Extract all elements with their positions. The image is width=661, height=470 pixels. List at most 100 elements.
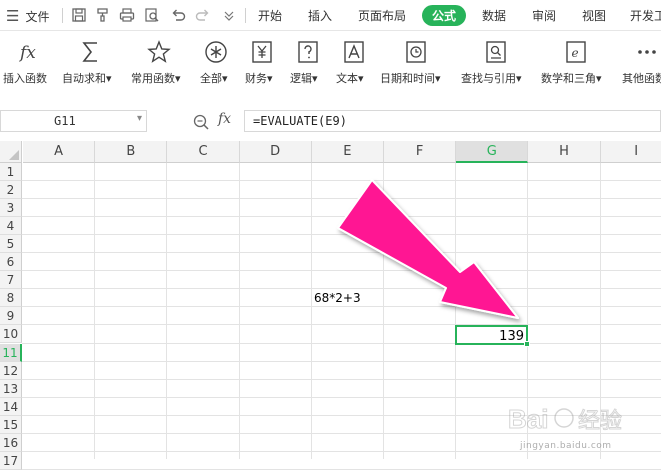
row-header-2[interactable]: 2 (0, 181, 22, 200)
print-preview-icon[interactable] (143, 6, 161, 24)
svg-text:经验: 经验 (578, 409, 622, 434)
formula-bar: G11 ▾ fx =EVALUATE(E9) (0, 107, 661, 137)
row-header-13[interactable]: 13 (0, 379, 22, 398)
logical-button[interactable]: 逻辑▾ (288, 37, 328, 89)
name-box[interactable]: G11 ▾ (0, 110, 147, 132)
autosum-button[interactable]: 自动求和▾ (60, 37, 122, 89)
row-gridline (22, 288, 661, 290)
row-header-10[interactable]: 10 (0, 325, 22, 344)
row-header-4[interactable]: 4 (0, 217, 22, 236)
row-gridline (22, 216, 661, 218)
zoom-icon[interactable] (192, 113, 210, 131)
cell-E9[interactable]: 68*2+3 (314, 291, 361, 305)
row-header-14[interactable]: 14 (0, 397, 22, 416)
menu-bar: ☰ 文件 开始 插入 页面布局 公式 数据 审阅 视图 开发工 (0, 0, 661, 31)
theta-icon: e (566, 41, 586, 63)
file-menu-label: 文件 (25, 9, 50, 24)
row-header-1[interactable]: 1 (0, 163, 22, 181)
math-trig-label: 数学和三角▾ (541, 72, 602, 85)
row-gridline (22, 180, 661, 182)
text-functions-button[interactable]: 文本▾ (334, 37, 374, 89)
tab-view[interactable]: 视图 (582, 7, 606, 24)
tab-formulas[interactable]: 公式 (422, 5, 467, 26)
column-header-C[interactable]: C (167, 141, 240, 163)
row-header-17[interactable]: 17 (0, 451, 22, 470)
column-header-B[interactable]: B (95, 141, 168, 163)
all-functions-button[interactable]: 全部▾ (196, 37, 236, 89)
svg-text:fx: fx (18, 43, 36, 63)
hamburger-icon: ☰ (6, 7, 20, 25)
save-icon[interactable] (70, 6, 88, 24)
more-functions-label: 其他函数 (622, 72, 661, 85)
autosum-label: 自动求和▾ (62, 72, 112, 85)
row-header-5[interactable]: 5 (0, 235, 22, 254)
formula-input[interactable]: =EVALUATE(E9) (244, 110, 661, 132)
financial-button[interactable]: 财务▾ (242, 37, 282, 89)
financial-label: 财务▾ (245, 72, 273, 85)
all-functions-label: 全部▾ (200, 72, 228, 85)
fx-icon: fx (18, 43, 36, 63)
tab-home[interactable]: 开始 (258, 7, 282, 24)
more-functions-button[interactable]: 其他函数 (620, 37, 661, 89)
baidu-jingyan-watermark-icon: Bai 经验 (508, 404, 623, 435)
fx-icon[interactable]: fx (218, 111, 231, 127)
logical-label: 逻辑▾ (290, 72, 318, 85)
math-trig-button[interactable]: e 数学和三角▾ (540, 37, 612, 89)
tab-page-layout[interactable]: 页面布局 (358, 7, 406, 24)
print-icon[interactable] (118, 6, 136, 24)
watermark-url: jingyan.baidu.com (520, 441, 612, 451)
row-gridline (22, 234, 661, 236)
chevron-down-icon[interactable]: ▾ (137, 113, 142, 124)
svg-text:Bai: Bai (508, 404, 548, 434)
column-header-I[interactable]: I (600, 141, 661, 163)
insert-function-button[interactable]: fx 插入函数 (0, 37, 56, 89)
question-icon (298, 41, 318, 63)
tab-developer[interactable]: 开发工 (630, 7, 661, 24)
tab-insert[interactable]: 插入 (308, 7, 332, 24)
file-menu[interactable]: ☰ 文件 (6, 6, 49, 26)
selected-cell-G11[interactable]: 139 (455, 325, 528, 345)
dropdown-icon[interactable] (220, 6, 238, 24)
svg-text:e: e (572, 46, 579, 60)
tab-data[interactable]: 数据 (482, 7, 506, 24)
row-header-12[interactable]: 12 (0, 361, 22, 380)
row-gridline (22, 342, 661, 344)
row-header-16[interactable]: 16 (0, 433, 22, 452)
row-gridline (22, 324, 661, 326)
lookup-reference-label: 查找与引用▾ (461, 72, 522, 85)
row-header-3[interactable]: 3 (0, 199, 22, 218)
row-gridline (22, 378, 661, 380)
text-functions-label: 文本▾ (336, 72, 364, 85)
column-header-E[interactable]: E (311, 141, 384, 163)
tab-review[interactable]: 审阅 (532, 7, 556, 24)
row-gridline (22, 306, 661, 308)
row-header-8[interactable]: 8 (0, 289, 22, 308)
column-header-G[interactable]: G (456, 141, 529, 163)
date-time-button[interactable]: 日期和时间▾ (380, 37, 452, 89)
column-header-F[interactable]: F (384, 141, 457, 163)
row-header-15[interactable]: 15 (0, 415, 22, 434)
name-box-value: G11 (54, 114, 76, 128)
common-functions-label: 常用函数▾ (131, 72, 181, 85)
more-icon (638, 50, 656, 54)
row-header-6[interactable]: 6 (0, 253, 22, 272)
column-header-D[interactable]: D (239, 141, 312, 163)
row-header-9[interactable]: 9 (0, 307, 22, 326)
row-gridline (22, 270, 661, 272)
select-all-corner[interactable] (0, 141, 22, 163)
lookup-icon (486, 41, 506, 63)
common-functions-button[interactable]: 常用函数▾ (128, 37, 190, 89)
formula-ribbon: fx 插入函数 自动求和▾ 常用函数▾ 全部▾ 财务▾ 逻辑▾ 文本▾ 日期和时… (0, 31, 661, 93)
redo-icon[interactable] (194, 6, 212, 24)
row-gridline (22, 198, 661, 200)
row-header-7[interactable]: 7 (0, 271, 22, 290)
sigma-icon (82, 42, 97, 62)
lookup-reference-button[interactable]: 查找与引用▾ (460, 37, 532, 89)
undo-icon[interactable] (169, 6, 187, 24)
row-gridline (22, 252, 661, 254)
fill-handle[interactable] (524, 341, 530, 347)
column-header-A[interactable]: A (23, 141, 96, 163)
row-header-11[interactable]: 11 (0, 343, 22, 362)
format-painter-icon[interactable] (94, 6, 112, 24)
column-header-H[interactable]: H (528, 141, 601, 163)
